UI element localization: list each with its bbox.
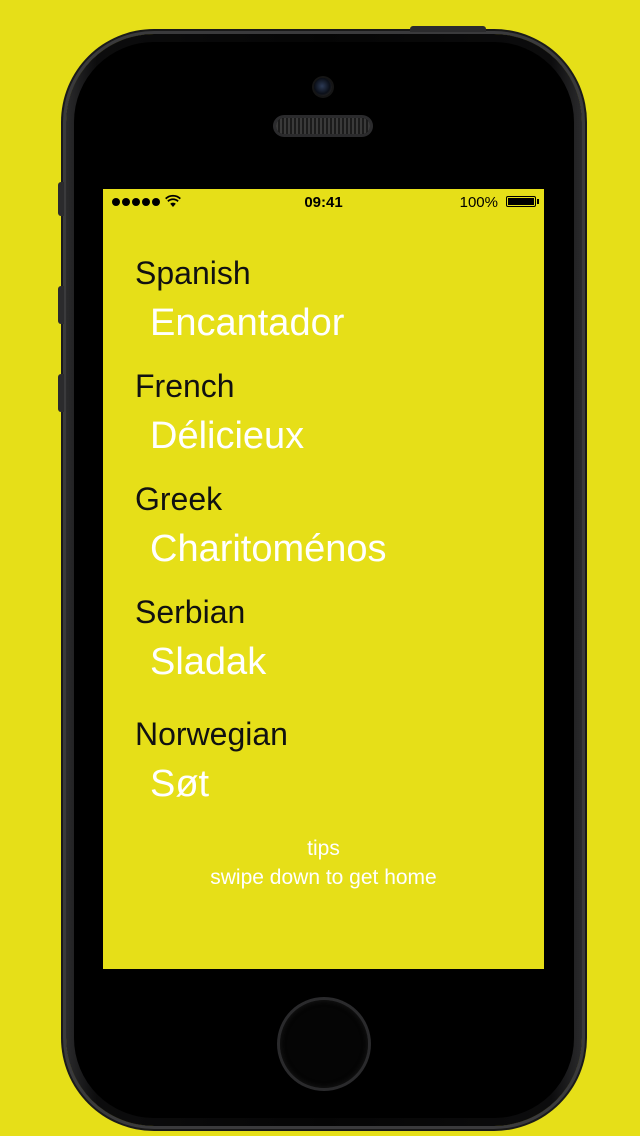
earpiece-speaker <box>276 118 370 134</box>
mute-switch <box>58 182 64 216</box>
language-name: Greek <box>135 481 223 517</box>
translated-word: Délicieux <box>150 415 305 457</box>
volume-up-button <box>58 286 64 324</box>
language-name: Serbian <box>135 594 246 630</box>
home-button[interactable] <box>280 1000 368 1088</box>
language-name: French <box>135 368 235 404</box>
front-camera <box>314 78 332 96</box>
language-name: Norwegian <box>135 716 288 752</box>
status-bar: 09:41 100% <box>103 189 544 215</box>
translated-word: Søt <box>150 763 210 805</box>
tips-text: swipe down to get home <box>210 866 437 889</box>
translated-word: Sladak <box>150 641 267 683</box>
volume-down-button <box>58 374 64 412</box>
power-button <box>410 26 486 32</box>
battery-icon <box>506 196 539 207</box>
screen: 09:41 100% Spanish Encantador French Dél… <box>103 189 544 969</box>
tips-title: tips <box>307 837 340 860</box>
translated-word: Charitoménos <box>150 528 387 570</box>
app-background: 09:41 100% Spanish Encantador French Dél… <box>0 0 640 1136</box>
translated-word: Encantador <box>150 302 345 344</box>
battery-percent: 100% <box>459 194 498 211</box>
language-name: Spanish <box>135 255 251 291</box>
